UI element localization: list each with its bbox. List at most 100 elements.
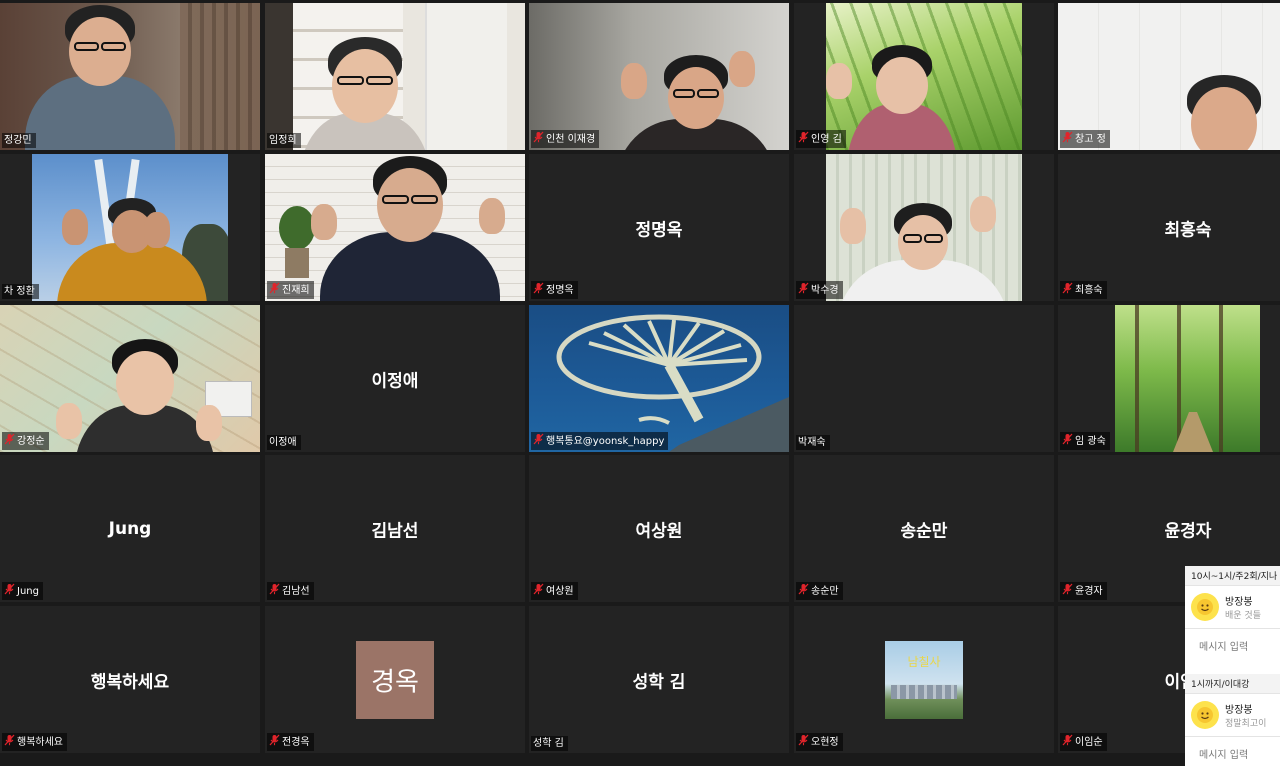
participant-name: 진재희	[282, 284, 310, 296]
participant-name: 여상원	[546, 585, 574, 597]
participant-name: 인천 이재경	[546, 133, 596, 145]
participant-name-label: 오현정	[796, 733, 843, 751]
participant-name-label: 전경옥	[267, 733, 314, 751]
muted-mic-icon	[798, 734, 809, 750]
participant-tile[interactable]: 이정애 이정애	[265, 305, 525, 452]
muted-mic-icon	[533, 583, 544, 599]
participant-name-label: 박재숙	[796, 435, 830, 450]
person-face	[668, 67, 724, 129]
participant-name-label: 임정희	[267, 133, 301, 148]
participant-tile[interactable]: 인천 이재경	[529, 3, 789, 150]
participant-tile[interactable]: 박수경	[794, 154, 1054, 301]
chat-notification[interactable]: 1시까지/이대강 방장봉 정말최고이 메시지 입력	[1185, 674, 1280, 766]
participant-tile[interactable]: 송순만 송순만	[794, 455, 1054, 602]
participant-name: 오현정	[811, 736, 839, 748]
participant-name: 윤경자	[1075, 585, 1103, 597]
participant-tile[interactable]: 강정순	[0, 305, 260, 452]
participant-display-name: 최흥숙	[1164, 220, 1212, 240]
muted-mic-icon	[4, 583, 15, 599]
participant-tile[interactable]: 진재희	[265, 154, 525, 301]
participant-name: 송순만	[811, 585, 839, 597]
muted-mic-icon	[533, 131, 544, 147]
participant-name: 행복통요@yoonsk_happy	[546, 435, 665, 447]
participant-tile[interactable]: 성학 김 성학 김	[529, 606, 789, 753]
chat-message[interactable]: 방장봉 정말최고이	[1185, 694, 1280, 736]
participant-name: 차 정환	[4, 286, 35, 297]
gallery-grid: 정강민 임정희 인천 이재경 인영 김 창고 정 차 정환 진재희 정명옥 정명…	[0, 0, 1280, 766]
participant-tile[interactable]: 박재숙	[794, 305, 1054, 452]
muted-mic-icon	[1062, 583, 1073, 599]
participant-tile[interactable]: 경옥전경옥	[265, 606, 525, 753]
chat-message[interactable]: 방장봉 배운 것들	[1185, 586, 1280, 628]
participant-tile[interactable]: 차 정환	[0, 154, 260, 301]
participant-tile[interactable]: 정강민	[0, 3, 260, 150]
participant-name: 임정희	[269, 135, 297, 146]
participant-tile[interactable]: 김남선 김남선	[265, 455, 525, 602]
participant-name-label: 이정애	[267, 435, 301, 450]
participant-name: Jung	[17, 585, 39, 597]
waving-hand	[144, 212, 170, 248]
muted-mic-icon	[4, 433, 15, 449]
participant-name: 행복하세요	[17, 736, 63, 748]
participant-name-label: 정명옥	[531, 281, 578, 299]
glasses-icon	[903, 234, 922, 243]
person-face	[69, 17, 131, 86]
participant-display-name: Jung	[108, 518, 152, 539]
participant-name: 정명옥	[546, 284, 574, 296]
participant-tile[interactable]: 행복하세요 행복하세요	[0, 606, 260, 753]
chat-sender: 방장봉	[1225, 597, 1253, 608]
muted-mic-icon	[798, 282, 809, 298]
participant-display-name: 정명옥	[635, 220, 683, 240]
chat-preview: 정말최고이	[1225, 719, 1267, 729]
muted-mic-icon	[798, 131, 809, 147]
glasses-icon	[411, 195, 438, 204]
chat-avatar-icon	[1191, 701, 1219, 729]
person-face	[876, 57, 928, 114]
glasses-icon	[924, 234, 943, 243]
participant-name-label: 최흥숙	[1060, 281, 1107, 299]
glasses-icon	[366, 76, 393, 85]
participant-tile[interactable]: 인영 김	[794, 3, 1054, 150]
avatar-text: 경옥	[371, 667, 419, 697]
participant-name-label: 창고 정	[1060, 130, 1110, 148]
muted-mic-icon	[533, 433, 544, 449]
participant-tile[interactable]: 창고 정	[1058, 3, 1280, 150]
participant-name: 인영 김	[811, 133, 842, 145]
muted-mic-icon	[269, 734, 280, 750]
participant-tile[interactable]: 임정희	[265, 3, 525, 150]
participant-name: 창고 정	[1075, 133, 1106, 145]
participant-tile[interactable]: 남칠사 오현정	[794, 606, 1054, 753]
participant-name-label: 여상원	[531, 582, 578, 600]
participant-tile[interactable]: 임 광숙	[1058, 305, 1280, 452]
participant-name-label: 송순만	[796, 582, 843, 600]
muted-mic-icon	[798, 583, 809, 599]
participant-display-name: 여상원	[635, 521, 683, 541]
person-face	[116, 351, 174, 415]
chat-message-input[interactable]: 메시지 입력	[1185, 736, 1280, 766]
waving-hand	[479, 198, 505, 234]
waving-hand	[311, 204, 337, 240]
muted-mic-icon	[1062, 433, 1073, 449]
participant-tile[interactable]: 최흥숙 최흥숙	[1058, 154, 1280, 301]
muted-mic-icon	[1062, 131, 1073, 147]
participant-display-name: 윤경자	[1164, 521, 1212, 541]
participant-name-label: 임 광숙	[1060, 432, 1110, 450]
participant-name: 최흥숙	[1075, 284, 1103, 296]
participant-tile[interactable]: Jung Jung	[0, 455, 260, 602]
person-body	[25, 76, 175, 150]
muted-mic-icon	[269, 583, 280, 599]
glasses-icon	[382, 195, 409, 204]
participant-display-name: 행복하세요	[90, 672, 170, 692]
participant-tile[interactable]: 정명옥 정명옥	[529, 154, 789, 301]
waving-hand	[970, 196, 996, 232]
chat-sender: 방장봉	[1225, 705, 1253, 716]
participant-name: 강정순	[17, 435, 45, 447]
participant-avatar: 남칠사	[885, 640, 963, 719]
participant-tile[interactable]: 행복통요@yoonsk_happy	[529, 305, 789, 452]
participant-name: 임 광숙	[1075, 435, 1106, 447]
participant-tile[interactable]: 여상원 여상원	[529, 455, 789, 602]
participant-name-label: 김남선	[267, 582, 314, 600]
chat-notification[interactable]: 10시~1시/주2회/지나 방장봉 배운 것들 메시지 입력	[1185, 566, 1280, 674]
chat-message-input[interactable]: 메시지 입력	[1185, 628, 1280, 662]
participant-name: 이정애	[269, 437, 297, 448]
